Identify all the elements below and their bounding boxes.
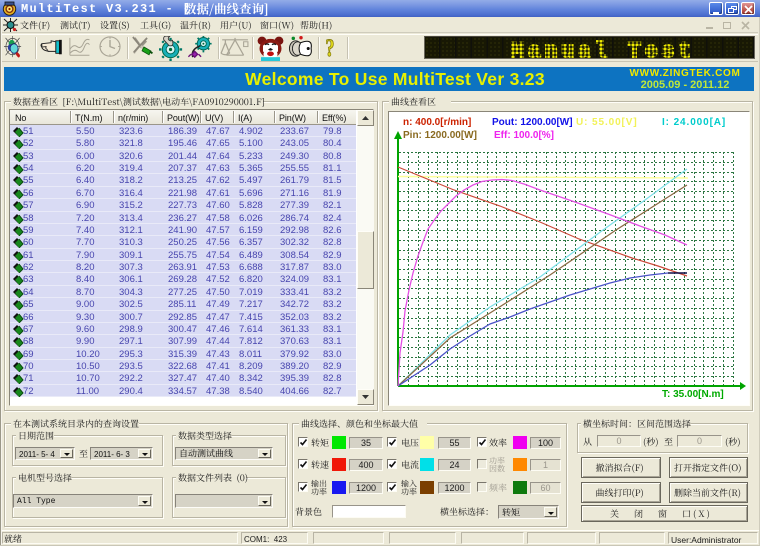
svg-text:?: ?	[325, 36, 334, 61]
